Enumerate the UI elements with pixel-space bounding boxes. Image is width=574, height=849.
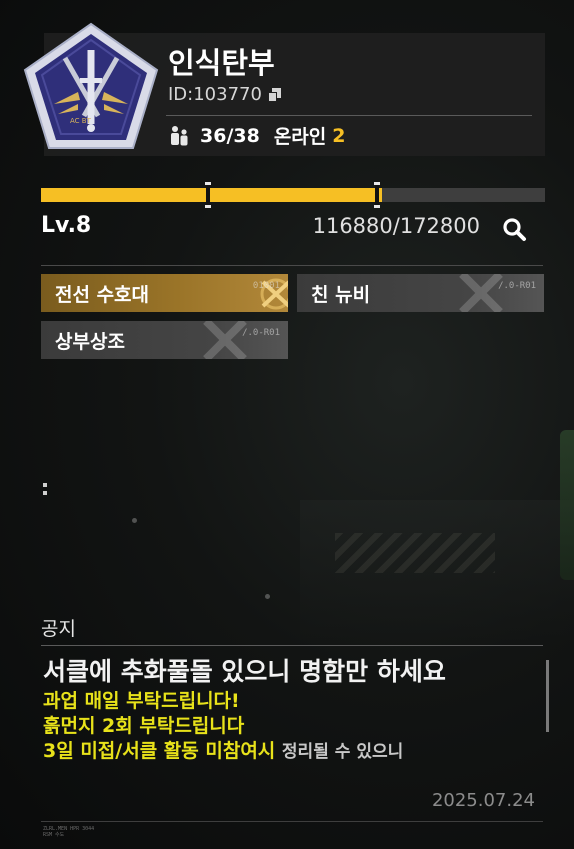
emblem-text: AC BT [70,117,92,125]
footer-divider [41,821,543,822]
search-button[interactable] [498,214,532,246]
member-count: 36/38 [200,124,260,147]
notice-title: 공지 [41,618,76,640]
notice-date: 2025.07.24 [431,790,535,811]
notice-line: 서클에 추화풀돌 있으니 명함만 하세요 [43,657,446,686]
xp-milestone-marker [205,182,211,208]
tag-watermark-icon [459,274,503,312]
background-dot [43,491,47,495]
member-row: 36/38 온라인 2 [168,122,346,149]
notice-divider [41,645,543,646]
xp-progress-fill [41,188,382,202]
circle-id-row: ID:103770 [168,84,282,105]
background-dot [132,518,137,523]
notice-line-bold: 3일 미접/서클 활동 미참여시 [43,740,276,762]
notice-line: 3일 미접/서클 활동 미참여시 정리될 수 있으니 [43,739,543,765]
xp-milestone-marker [374,182,380,208]
tag-code: 01001 [252,281,280,291]
xp-progress-bar [41,188,545,202]
background-dot [265,594,270,599]
circle-id-label: ID:103770 [168,84,262,105]
notice-body: 서클에 추화풀돌 있으니 명함만 하세요 과업 매일 부탁드립니다! 흙먼지 2… [43,655,543,765]
notice-line: 과업 매일 부탁드립니다! [43,690,240,712]
section-divider [41,265,543,266]
footer-mark: ZLRL.MEN HPR 3044 RSM 수도 [43,826,95,838]
copy-icon[interactable] [267,87,282,102]
tag-watermark-icon [203,321,247,359]
search-icon [503,218,526,241]
circle-emblem: AC BT [23,22,159,149]
members-icon [171,125,188,145]
notice-line-small: 정리될 수 있으니 [281,742,404,762]
online-label: 온라인 [273,126,327,148]
tag-label: 친 뉴비 [311,283,371,306]
header-divider [166,115,532,116]
tag-code: /.0-R01 [242,328,280,338]
tag-mutual-help[interactable]: 상부상조 /.0-R01 [41,321,288,359]
tag-code: /.0-R01 [498,281,536,291]
online-count: 2 [332,124,346,147]
notice-line: 흙먼지 2회 부탁드립니다 [43,715,245,737]
background-plant [560,430,574,580]
xp-value: 116880/172800 [312,214,480,238]
tag-label: 전선 수호대 [55,283,150,306]
background-dot [43,483,47,487]
background-hazard-stripes [335,533,495,573]
circle-level: Lv.8 [41,213,92,238]
notice-scrollbar[interactable] [546,660,549,732]
tag-newbie-friendly[interactable]: 친 뉴비 /.0-R01 [297,274,544,312]
tag-label: 상부상조 [55,330,125,353]
tag-frontline-guard[interactable]: 전선 수호대 01001 [41,274,288,312]
circle-name: 인식탄부 [168,46,275,80]
